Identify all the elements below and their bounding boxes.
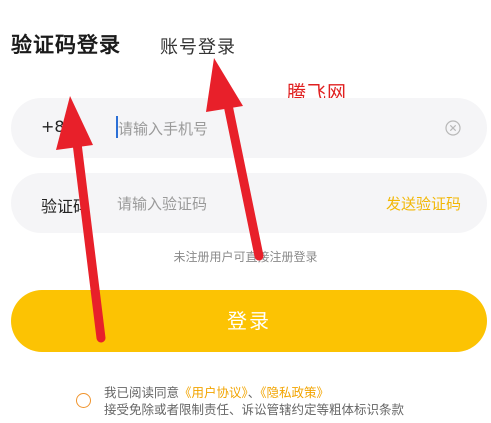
clear-icon[interactable] <box>445 120 461 136</box>
send-code-button[interactable]: 发送验证码 <box>386 193 461 214</box>
agreement-text: 我已阅读同意《用户协议》、《隐私政策》 接受免除或者限制责任、诉讼管辖约定等粗体… <box>104 384 484 418</box>
verification-code-field[interactable]: 验证码 请输入验证码 发送验证码 <box>11 173 487 233</box>
tab-account-login[interactable]: 账号登录 <box>160 33 236 59</box>
register-hint: 未注册用户可直接注册登录 <box>173 250 318 264</box>
agreement-line2: 接受免除或者限制责任、诉讼管辖约定等粗体标识条款 <box>104 402 405 417</box>
phone-input[interactable]: 请输入手机号 <box>118 118 208 139</box>
login-button[interactable]: 登录 <box>11 290 487 352</box>
privacy-policy-link[interactable]: 《隐私政策》 <box>260 385 329 400</box>
phone-field[interactable]: +86 请输入手机号 <box>11 98 487 158</box>
agreement-separator: 、 <box>247 385 261 400</box>
code-input[interactable]: 请输入验证码 <box>117 193 207 214</box>
code-label: 验证码 <box>41 197 90 216</box>
country-code[interactable]: +86 <box>41 117 75 136</box>
agreement-prefix: 我已阅读同意 <box>104 385 180 400</box>
user-agreement-link[interactable]: 《用户协议》 <box>179 385 248 400</box>
tab-sms-login[interactable]: 验证码登录 <box>11 29 121 59</box>
agree-radio[interactable] <box>76 393 91 408</box>
